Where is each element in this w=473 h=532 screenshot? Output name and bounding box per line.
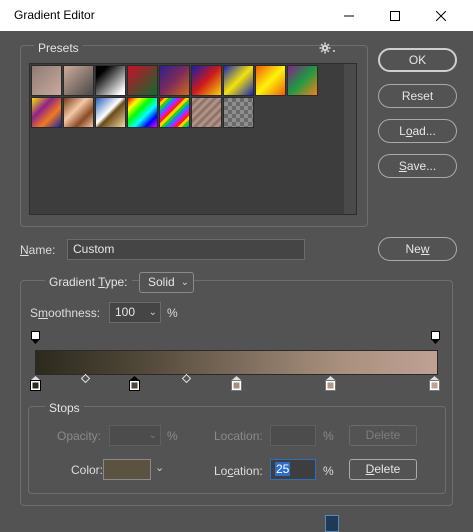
ok-button[interactable]: OK [378, 48, 457, 72]
opacity-location-unit: % [323, 429, 334, 443]
stops-group [28, 406, 446, 494]
window-title: Gradient Editor [14, 8, 95, 22]
stop-color-swatch[interactable] [103, 459, 151, 480]
name-label-text: ame: [28, 243, 56, 257]
location-input[interactable]: 25 [270, 459, 316, 480]
new-button-mnemonic: w [420, 242, 430, 256]
opacity-unit: % [167, 429, 178, 443]
smoothness-unit: % [167, 306, 178, 320]
presets-label: Presets [34, 41, 83, 55]
preset-swatch-spectrum[interactable] [127, 97, 158, 128]
gradient-preview-bar[interactable] [35, 350, 438, 375]
opacity-label: Opacity: [57, 429, 102, 443]
close-icon [436, 10, 446, 21]
close-button[interactable] [418, 0, 464, 31]
preset-swatch-red-green[interactable] [127, 65, 158, 96]
preset-swatch-violet-green-orange[interactable] [287, 65, 318, 96]
preset-swatch-orange-yellow-orange[interactable] [255, 65, 286, 96]
color-stop-end[interactable] [429, 376, 440, 391]
preset-swatch-violet-orange[interactable] [159, 65, 190, 96]
save-button-mnemonic: S [398, 159, 407, 173]
preset-swatch-copper[interactable] [63, 97, 94, 128]
location-label-rest: ation: [233, 464, 263, 478]
load-button-mnemonic: o [405, 124, 413, 138]
opacity-stop-end[interactable] [431, 331, 440, 345]
color-label: Color: [71, 463, 104, 477]
save-button-label: ave... [406, 159, 437, 173]
opacity-delete-button: Delete [349, 425, 417, 446]
name-label: Name: [20, 243, 55, 257]
reset-button[interactable]: Reset [378, 84, 457, 108]
smoothness-label-text: S [30, 306, 39, 320]
delete-button[interactable]: Delete [349, 459, 417, 480]
chevron-down-icon[interactable]: ⌄ [155, 461, 164, 474]
gradient-type-value: Solid [148, 275, 175, 289]
color-stop-mid[interactable] [231, 376, 242, 391]
color-stop-three-quarter[interactable] [325, 376, 336, 391]
smoothness-mnemonic: m [38, 306, 49, 320]
opacity-stop-start[interactable] [31, 331, 40, 345]
color-stop-start[interactable] [30, 376, 41, 391]
gradient-type-label-text: Gradient [49, 275, 99, 289]
location-label-text: Lo [214, 464, 228, 478]
stops-label: Stops [45, 401, 84, 415]
chevron-down-icon[interactable]: ⌄ [149, 303, 157, 322]
chevron-down-icon: ⌄ [180, 277, 189, 288]
midpoint-diamond[interactable] [81, 374, 90, 383]
title-bar: Gradient Editor [0, 0, 473, 31]
minimize-button[interactable] [326, 0, 372, 31]
taskbar-icon [325, 515, 339, 532]
location-label: Location: [214, 464, 263, 478]
smoothness-label-rest: oothness: [48, 306, 101, 320]
opacity-input: ⌄ [109, 425, 161, 446]
smoothness-value: 100 [115, 305, 136, 319]
new-button[interactable]: New [378, 237, 457, 261]
maximize-button[interactable] [372, 0, 418, 31]
preset-swatch-transparent-stripes[interactable] [191, 97, 222, 128]
gradient-type-label-rest: ype: [104, 275, 128, 289]
location-unit: % [323, 464, 334, 478]
smoothness-label: Smoothness: [30, 306, 100, 320]
chevron-down-icon: ⌄ [148, 430, 157, 441]
color-stop-selected[interactable] [129, 376, 140, 391]
name-label-mnemonic: N [20, 243, 29, 257]
preset-swatch-foreground-to-background[interactable] [31, 65, 62, 96]
gear-icon[interactable] [319, 42, 337, 54]
preset-swatch-checkerboard[interactable] [223, 97, 254, 128]
new-button-label: Ne [405, 242, 421, 256]
gradient-type-mnemonic: T [98, 275, 105, 289]
smoothness-input[interactable]: 100 ⌄ [109, 302, 161, 323]
save-button[interactable]: Save... [378, 154, 457, 178]
preset-swatch-blue-red-yellow[interactable] [191, 65, 222, 96]
opacity-location-label: Location: [214, 429, 263, 443]
midpoint-diamond[interactable] [182, 374, 191, 383]
load-button[interactable]: Load... [378, 119, 457, 143]
name-input[interactable]: Custom [67, 239, 305, 260]
preset-swatch-black-white[interactable] [95, 65, 126, 96]
gradient-type-dropdown[interactable]: Solid ⌄ [139, 272, 194, 293]
location-value: 25 [275, 462, 291, 476]
gradient-type-label: Gradient Type: [45, 275, 132, 289]
preset-swatch-foreground-to-transparent[interactable] [63, 65, 94, 96]
preset-swatch-chrome[interactable] [95, 97, 126, 128]
presets-scrollbar[interactable] [344, 64, 356, 214]
maximize-icon [390, 10, 400, 21]
opacity-location-input [270, 425, 316, 446]
preset-swatch-yellow-violet-orange-blue[interactable] [31, 97, 62, 128]
load-button-label-rest: ad... [412, 124, 436, 138]
preset-swatch-transparent-rainbow[interactable] [159, 97, 190, 128]
minimize-icon [344, 15, 354, 16]
preset-swatch-blue-yellow-blue[interactable] [223, 65, 254, 96]
delete-mnemonic: D [365, 462, 375, 476]
load-button-label: L [399, 124, 406, 138]
delete-label: elete [374, 462, 401, 476]
